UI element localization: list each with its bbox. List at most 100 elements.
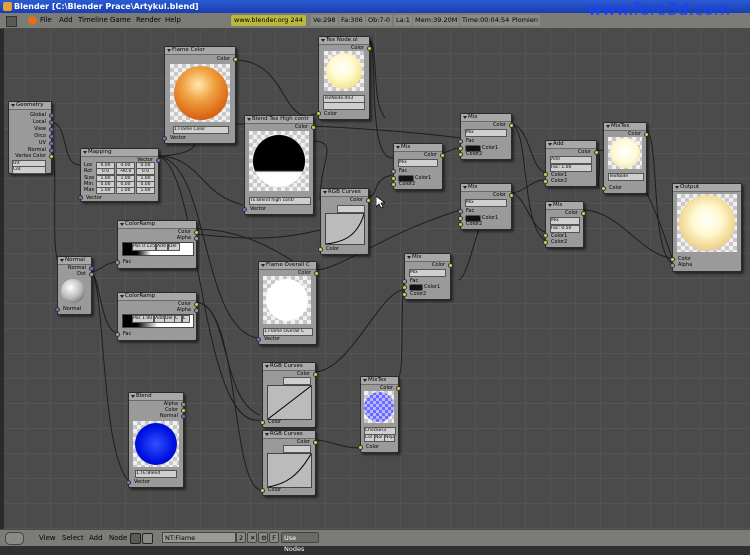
output-socket[interactable] [509,193,514,198]
input-socket[interactable] [318,247,323,252]
input-socket[interactable] [543,172,548,177]
input-socket[interactable] [458,216,463,221]
node-normal[interactable]: Normal Normal Dot Normal [55,256,94,315]
input-socket[interactable] [55,307,60,312]
node-title[interactable]: Blend [129,393,183,401]
output-socket[interactable] [366,198,371,203]
input-socket[interactable] [260,488,265,493]
input-socket[interactable] [543,179,548,184]
blend-mode-field[interactable]: Mix [409,269,446,277]
texture-field[interactable]: 1.TE:Blend [135,470,177,478]
output-socket[interactable] [49,113,54,118]
node-mix[interactable]: Mix Color Mix Fac Color1 Color2 [458,113,514,160]
input-socket[interactable] [670,263,675,268]
blend-mode-field[interactable]: Add [550,156,592,164]
input-socket[interactable] [358,445,363,450]
output-socket[interactable] [156,158,161,163]
output-socket[interactable] [644,132,649,137]
output-socket[interactable] [181,402,186,407]
input-socket[interactable] [391,176,396,181]
node-title[interactable]: Mix [461,114,511,122]
node-flame-overall[interactable]: Flame Overall C Color 1.Flame Overall C … [256,261,319,345]
output-socket[interactable] [181,408,186,413]
node-add[interactable]: Add Color Add Fac: 1.00 Color1 Color2 [543,140,599,187]
texture-field[interactable]: TexNode [608,173,644,181]
editor-type-icon[interactable] [6,16,17,27]
blender-version-link[interactable]: www.blender.org 244 [231,15,306,26]
node-title[interactable]: ColorRamp [118,221,196,229]
node-editor-canvas[interactable] [0,28,750,529]
node-title[interactable]: Add [546,141,596,149]
output-socket[interactable] [49,141,54,146]
use-nodes-toggle[interactable]: Use Nodes [281,532,319,553]
composite-nodes-icon[interactable] [142,533,153,544]
input-socket[interactable] [458,146,463,151]
output-socket[interactable] [49,134,54,139]
mapping-value-field[interactable]: 1.00 [136,187,155,195]
c-button[interactable]: C [174,315,182,323]
node-mix[interactable]: Mix Color Mix Fac Color1 Color2 [391,143,445,190]
output-socket[interactable] [194,230,199,235]
node-rgb-curves[interactable]: RGB Curves Color Color [318,188,371,255]
curve-editor[interactable] [325,213,365,245]
output-socket[interactable] [594,150,599,155]
output-socket[interactable] [233,57,238,62]
nep-button[interactable]: Nep [384,434,395,442]
input-socket[interactable] [543,240,548,245]
close-icon[interactable]: ✕ [247,532,257,543]
node-title[interactable]: RGB Curves [321,189,368,197]
input-socket[interactable] [458,222,463,227]
blend-mode-field[interactable]: Mix [550,217,580,225]
node-mix[interactable]: Mix Color Mix Fac Color1 Color2 [458,183,514,230]
node-flame-color[interactable]: Flame Color Color 1.Flame Color Vector [162,46,238,144]
node-mixtex[interactable]: MixTex Color TexNode Color [601,122,649,194]
curve-editor[interactable] [267,385,312,420]
input-socket[interactable] [115,260,120,265]
input-socket[interactable] [402,292,407,297]
node-title[interactable]: Mix [461,184,511,192]
curve-editor[interactable] [267,453,312,488]
input-socket[interactable] [316,111,321,116]
input-socket[interactable] [391,182,396,187]
output-socket[interactable] [194,302,199,307]
output-socket[interactable] [89,272,94,277]
input-socket[interactable] [260,420,265,425]
input-socket[interactable] [458,209,463,214]
output-socket[interactable] [49,127,54,132]
node-mix[interactable]: Mix Color Mix Fac: 0.50 Color1 Color2 [543,201,586,248]
menu-game[interactable]: Game [110,16,131,24]
menu-file[interactable]: File [40,16,52,24]
fake-user-button[interactable]: F [269,532,279,543]
node-title[interactable]: Geometry [9,102,51,110]
menu-timeline[interactable]: Timeline [78,16,108,24]
node-title[interactable]: Normal [58,257,91,265]
del-button[interactable]: Del [168,243,180,251]
output-socket[interactable] [313,372,318,377]
node-title[interactable]: Flame Color [165,47,235,55]
node-title[interactable]: Mix [394,144,442,152]
output-socket[interactable] [314,271,319,276]
node-mixtex[interactable]: MixTex Color Checker3 Col Nor Nep Color [358,376,401,453]
menu-view[interactable]: View [39,534,56,542]
output-socket[interactable] [311,125,316,130]
texture-field[interactable]: 1.Flame Color [173,126,229,134]
output-socket[interactable] [581,211,586,216]
texture-field[interactable]: TE:Blend high contr [249,197,311,205]
node-title[interactable]: Mapping [81,149,158,157]
channel-buttons[interactable] [283,445,311,453]
node-title[interactable]: MixTex [604,123,646,131]
output-socket[interactable] [448,263,453,268]
input-socket[interactable] [256,337,261,342]
node-title[interactable]: Output [673,184,741,192]
channel-buttons[interactable] [283,377,311,385]
channel-buttons[interactable] [323,102,365,110]
node-color-ramp[interactable]: ColorRamp Color Alpha Pos 1.00 Add Del C… [115,292,199,341]
node-title[interactable]: Tex Node.ol [319,37,369,45]
input-socket[interactable] [391,169,396,174]
input-socket[interactable] [162,136,167,141]
node-title[interactable]: Blend Tex High contr [245,116,313,124]
l-button[interactable]: L [182,315,190,323]
output-socket[interactable] [49,120,54,125]
menu-select[interactable]: Select [62,534,84,542]
node-title[interactable]: Mix [546,202,583,210]
